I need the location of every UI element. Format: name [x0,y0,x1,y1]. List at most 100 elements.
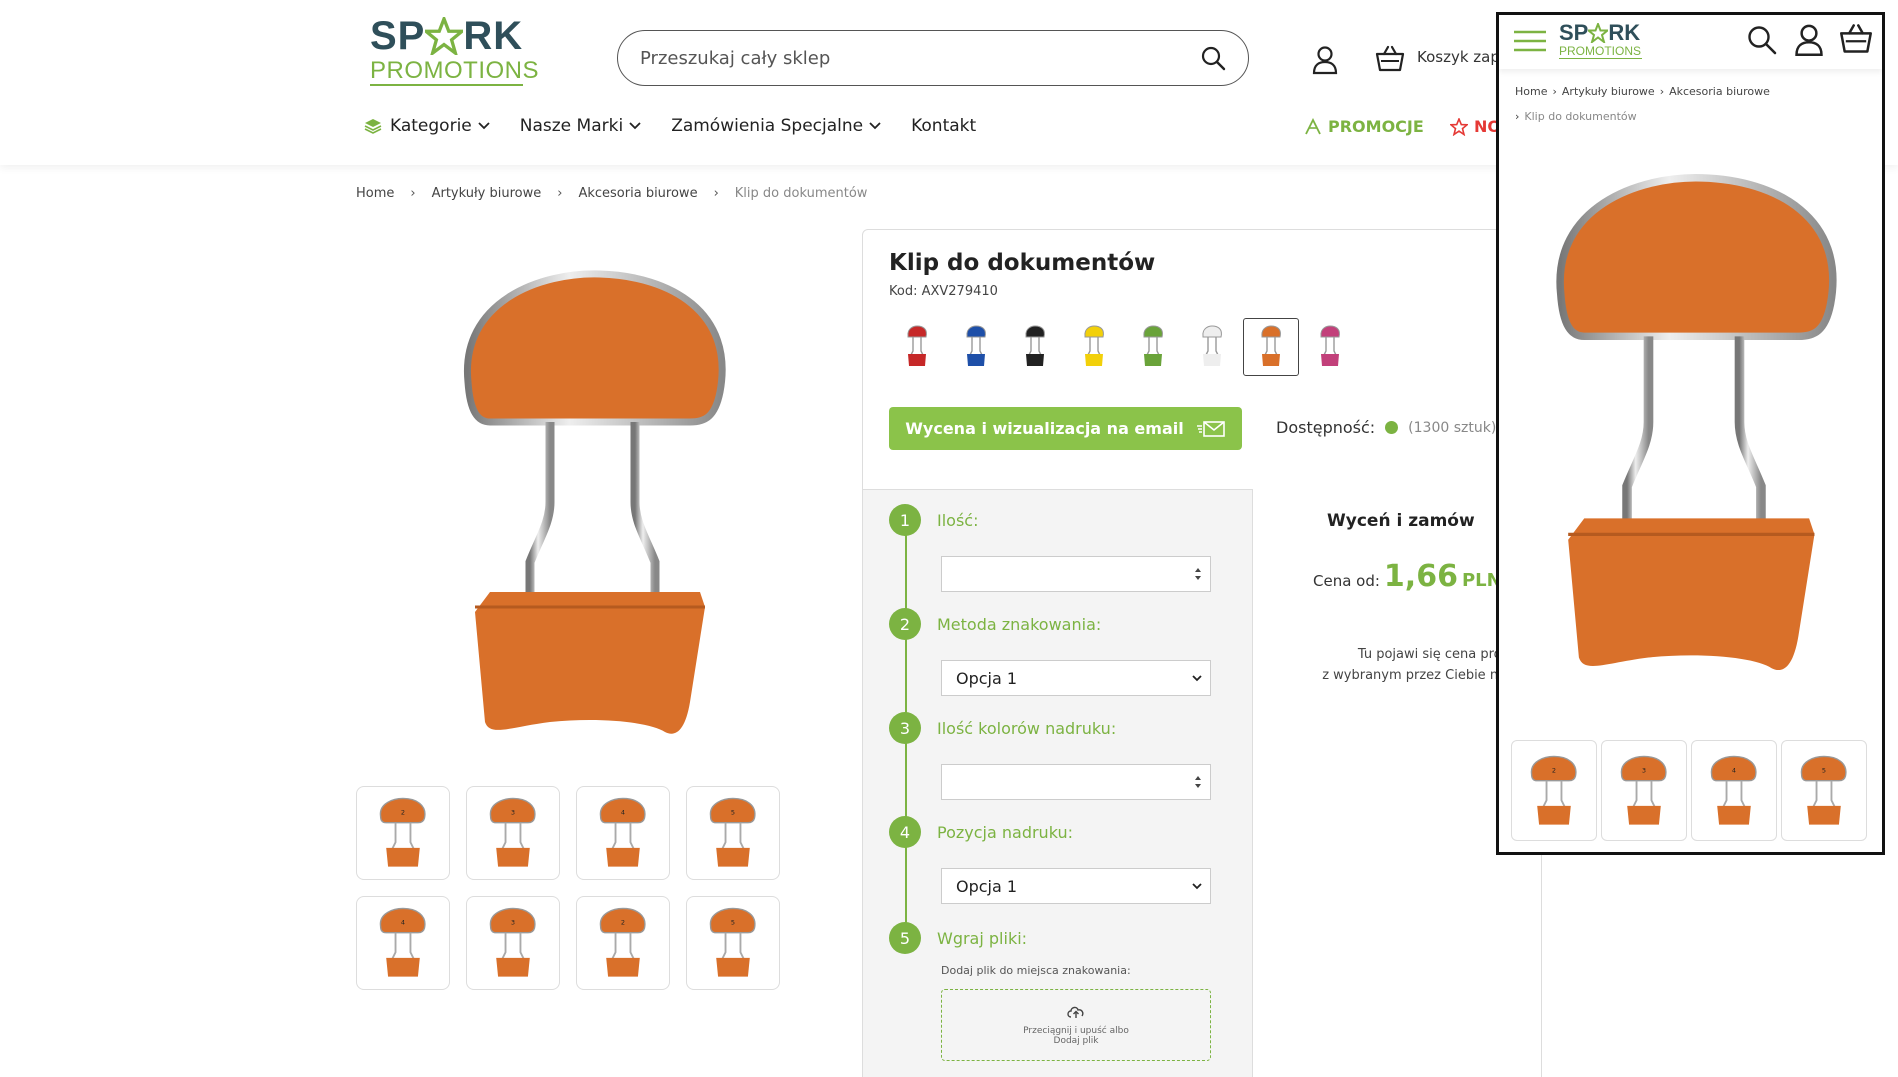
breadcrumb-separator-icon: › [1552,85,1557,98]
cart-icon[interactable] [1839,23,1873,55]
spinner-icon[interactable] [1194,774,1202,790]
hamburger-menu-icon[interactable] [1513,29,1547,53]
marking-method-select[interactable]: Opcja 1 [941,660,1211,696]
mobile-logo[interactable]: SP RK PROMOTIONS [1559,21,1642,59]
product-thumbnail[interactable]: 2 [356,786,450,880]
search-icon[interactable] [1200,45,1226,71]
mobile-breadcrumb-office-supplies[interactable]: Artykuły biurowe [1562,85,1655,98]
nav-special-orders[interactable]: Zamówienia Specjalne [671,116,881,136]
mobile-breadcrumb-home[interactable]: Home [1515,85,1547,98]
spinner-icon[interactable] [1194,566,1202,582]
mobile-breadcrumb: Home › Artykuły biurowe › Akcesoria biurowe … [1515,79,1875,129]
mobile-product-thumbnail[interactable]: 3 [1601,740,1687,841]
mobile-header: SP RK PROMOTIONS [1499,15,1882,69]
mobile-logo-wordmark: SP RK [1559,20,1641,45]
print-position-select[interactable]: Opcja 1 [941,868,1211,904]
cloud-upload-icon [1067,1006,1084,1018]
nav-new[interactable]: NO [1450,117,1501,136]
clip-thumbnail-image: 4 [599,797,646,867]
print-position-value: Opcja 1 [956,876,1018,896]
clip-thumbnail-image: 5 [709,907,756,977]
color-swatch-red[interactable] [889,318,945,376]
svg-text:3: 3 [1642,766,1646,774]
cart-label[interactable]: Koszyk zap [1417,48,1500,66]
clip-swatch-image [1084,325,1104,366]
product-thumbnail[interactable]: 5 [686,786,780,880]
breadcrumb-home[interactable]: Home [356,186,394,201]
mobile-preview: SP RK PROMOTIONS Home › Artykuły biurowe › A… [1496,12,1885,855]
search-input[interactable] [640,47,1200,69]
chevron-down-icon [478,122,490,130]
availability-label: Dostępność: [1276,418,1376,437]
mobile-breadcrumb-office-accessories[interactable]: Akcesoria biurowe [1669,85,1770,98]
search-icon[interactable] [1747,25,1777,55]
dropzone-text: Przeciągnij i upuść albo [1023,1026,1129,1036]
product-thumbnail[interactable]: 2 [576,896,670,990]
clip-swatch-image [966,325,986,366]
dropzone-add-file[interactable]: Dodaj plik [1054,1036,1099,1046]
svg-text:2: 2 [621,918,625,926]
product-thumbnail[interactable]: 3 [466,896,560,990]
product-main-image[interactable] [450,262,735,757]
quote-email-button[interactable]: Wycena i wizualizacja na email [889,407,1242,450]
availability-dot-icon [1385,421,1399,434]
cart-icon[interactable] [1375,45,1405,73]
color-swatch-blue[interactable] [948,318,1004,376]
product-thumbnail[interactable]: 4 [576,786,670,880]
file-dropzone[interactable]: Przeciągnij i upuść albo Dodaj plik [941,989,1211,1061]
nav-contact[interactable]: Kontakt [911,116,976,136]
step-label: Metoda znakowania: [937,614,1102,634]
mobile-product-thumbnail[interactable]: 4 [1691,740,1777,841]
account-icon[interactable] [1793,23,1825,57]
order-form: 1 Ilość: 2 Metoda znakowania: Opcja 1 3 … [863,489,1253,1077]
megaphone-icon [1305,117,1321,134]
color-swatch-black[interactable] [1007,318,1063,376]
clip-thumbnail-image: 5 [1800,755,1847,825]
mobile-product-thumbnail[interactable]: 5 [1781,740,1867,841]
mobile-product-thumbnail[interactable]: 2 [1511,740,1597,841]
breadcrumb-office-accessories[interactable]: Akcesoria biurowe [578,186,697,201]
product-thumbnail[interactable]: 4 [356,896,450,990]
layers-icon [364,119,382,134]
star-icon [1450,117,1468,136]
availability-stock: (1300 sztuk) [1408,419,1497,436]
color-swatch-green[interactable] [1125,318,1181,376]
clip-thumbnail-image: 2 [379,797,426,867]
mobile-product-image[interactable] [1539,165,1849,695]
product-thumbnail[interactable]: 3 [466,786,560,880]
product-thumbnail[interactable]: 5 [686,896,780,990]
price-from-label: Cena od: [1313,572,1380,590]
color-swatch-orange[interactable] [1243,318,1299,376]
logo-subtitle: PROMOTIONS [370,57,540,86]
color-swatch-white[interactable] [1184,318,1240,376]
clip-swatch-image [1261,325,1281,366]
step-print-colors: 3 Ilość kolorów nadruku: [889,712,1116,744]
breadcrumb-office-supplies[interactable]: Artykuły biurowe [432,186,542,201]
thumbnail-grid: 2 3 4 5 4 3 2 5 [356,786,780,990]
price-value: 1,66 [1383,559,1458,594]
step-marking-method: 2 Metoda znakowania: [889,608,1101,640]
chevron-down-icon [1192,674,1202,681]
spark-promotions-logo[interactable]: SP RK PROMOTIONS [370,14,540,92]
color-swatch-yellow[interactable] [1066,318,1122,376]
logo-wordmark: SP RK [370,14,524,58]
color-swatch-pink[interactable] [1302,318,1358,376]
print-colors-input[interactable] [941,764,1211,800]
nav-brands[interactable]: Nasze Marki [520,116,641,136]
nav-promotions[interactable]: PROMOCJE [1304,117,1424,136]
nav-categories-label: Kategorie [390,116,472,136]
nav-categories[interactable]: Kategorie [364,116,490,136]
breadcrumb-separator-icon: › [1515,110,1520,123]
svg-text:3: 3 [511,808,515,816]
account-icon[interactable] [1311,45,1339,75]
svg-text:4: 4 [401,918,405,926]
price-row: Cena od: 1,66 PLN [1313,559,1502,594]
breadcrumb-current: Klip do dokumentów [734,186,868,201]
breadcrumb-separator-icon: › [713,186,719,201]
search-bar[interactable] [617,30,1249,86]
clip-thumbnail-image: 5 [709,797,756,867]
clip-thumbnail-image: 4 [379,907,426,977]
step-label: Ilość: [937,510,979,530]
quantity-input[interactable] [941,556,1211,592]
clip-swatch-image [1143,325,1163,366]
